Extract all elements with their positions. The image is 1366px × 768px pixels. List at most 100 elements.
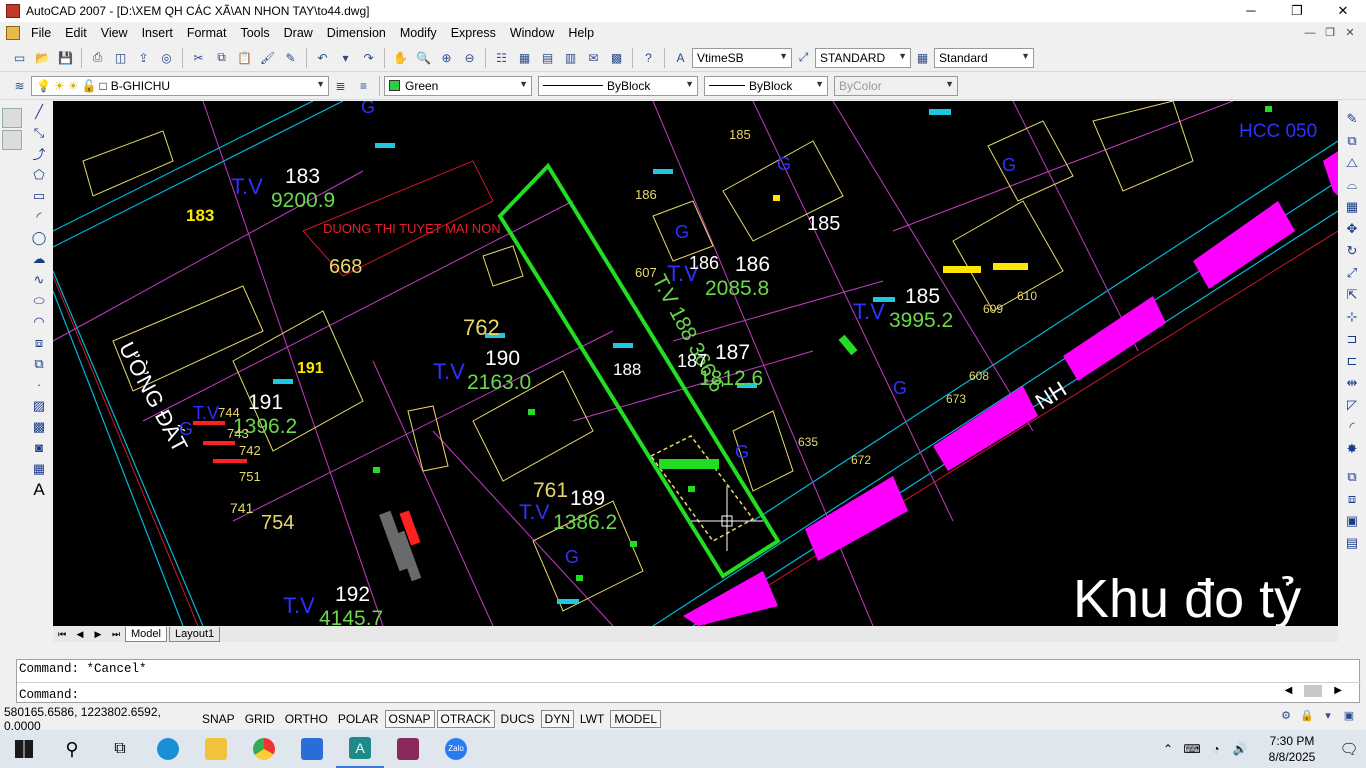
point-icon[interactable]: ·	[28, 374, 50, 395]
save-icon[interactable]: 💾	[56, 48, 76, 68]
autocad-app-icon[interactable]	[6, 4, 20, 18]
region-icon[interactable]: ◙	[28, 437, 50, 458]
redo-icon[interactable]: ↷	[359, 48, 379, 68]
properties-icon[interactable]: ☷	[492, 48, 512, 68]
multiline-text-icon[interactable]: A	[28, 479, 50, 500]
polyline-icon[interactable]: ⤴	[28, 143, 50, 164]
circle-icon[interactable]: ◯	[28, 227, 50, 248]
notification-icon[interactable]: 🗨	[1332, 740, 1366, 758]
cut-icon[interactable]: ✂	[189, 48, 209, 68]
object-snap-icon[interactable]	[2, 108, 22, 128]
doc-minimize-button[interactable]: —	[1300, 22, 1320, 44]
rectangle-icon[interactable]: ▭	[28, 185, 50, 206]
menu-modify[interactable]: Modify	[393, 22, 444, 44]
gradient-icon[interactable]: ▩	[28, 416, 50, 437]
start-icon[interactable]	[0, 730, 48, 768]
ellipse-arc-icon[interactable]: ◠	[28, 311, 50, 332]
coordinate-readout[interactable]: 580165.6586, 1223802.6592, 0.0000	[4, 705, 198, 733]
plot-preview-icon[interactable]: ◫	[111, 48, 131, 68]
construction-line-icon[interactable]: ⤡	[28, 122, 50, 143]
osnap-toggle[interactable]: OSNAP	[384, 710, 435, 728]
scale-icon[interactable]: ⤢	[1341, 262, 1363, 284]
status-menu-icon[interactable]: ▾	[1319, 709, 1337, 727]
copy-icon[interactable]: ⧉	[212, 48, 232, 68]
linetype-select[interactable]: ByBlock ▼	[538, 75, 698, 96]
last-tab-icon[interactable]: ⏭	[107, 629, 125, 640]
command-prompt[interactable]: Command:	[19, 688, 79, 702]
text-front-icon[interactable]: ▤	[1341, 532, 1363, 554]
menu-file[interactable]: File	[24, 22, 58, 44]
trim-icon[interactable]: ⊹	[1341, 306, 1363, 328]
block-editor-icon[interactable]: ✎	[281, 48, 301, 68]
wifi-icon[interactable]: ◔	[1204, 742, 1228, 756]
paste-icon[interactable]: 📋	[235, 48, 255, 68]
layer-select[interactable]: 💡 ☀ ☀ 🔓 □ B-GHICHU ▼	[31, 75, 329, 96]
ducs-toggle[interactable]: DUCS	[497, 710, 539, 728]
color-select[interactable]: Green ▼	[384, 75, 532, 96]
new-file-icon[interactable]: ▭	[10, 48, 30, 68]
snap-toggle[interactable]: SNAP	[198, 710, 239, 728]
table-style-select[interactable]: Standard ▼	[934, 47, 1034, 68]
undo-icon[interactable]: ↶	[313, 48, 333, 68]
hatch-icon[interactable]: ▨	[28, 395, 50, 416]
tab-layout1[interactable]: Layout1	[168, 626, 221, 642]
minimize-button[interactable]: ─	[1228, 0, 1274, 22]
snap-tracking-icon[interactable]	[2, 130, 22, 150]
open-file-icon[interactable]: 📂	[33, 48, 53, 68]
zoom-window-icon[interactable]: ⊕	[437, 48, 457, 68]
drawing-area[interactable]: T.V 183 9200.9 DUONG THI TUYET MAI NON 1…	[53, 101, 1338, 626]
line-icon[interactable]: ╱	[28, 101, 50, 122]
otrack-toggle[interactable]: OTRACK	[436, 710, 495, 728]
autocad-icon[interactable]: A	[336, 730, 384, 768]
menu-help[interactable]: Help	[561, 22, 601, 44]
menu-window[interactable]: Window	[503, 22, 561, 44]
explode-icon[interactable]: ✸	[1341, 438, 1363, 460]
join-icon[interactable]: ⇹	[1341, 372, 1363, 394]
insert-block-icon[interactable]: ⧈	[28, 332, 50, 353]
menu-express[interactable]: Express	[444, 22, 503, 44]
menu-tools[interactable]: Tools	[233, 22, 276, 44]
help-icon[interactable]: ?	[639, 48, 659, 68]
dim-style-select[interactable]: STANDARD ▼	[815, 47, 911, 68]
tab-model[interactable]: Model	[125, 626, 167, 642]
text-style-select[interactable]: VtimeSB ▼	[692, 47, 792, 68]
menu-edit[interactable]: Edit	[58, 22, 94, 44]
chamfer-icon[interactable]: ◸	[1341, 394, 1363, 416]
maximize-button[interactable]: ❐	[1274, 0, 1320, 22]
document-icon[interactable]	[6, 26, 20, 40]
scroll-right-icon[interactable]: ▶	[1334, 685, 1342, 697]
publish-icon[interactable]: ⇪	[134, 48, 154, 68]
design-center-icon[interactable]: ▦	[515, 48, 535, 68]
chevron-up-icon[interactable]: ⌃	[1156, 742, 1180, 756]
scroll-left-icon[interactable]: ◀	[1285, 685, 1293, 697]
communication-center-icon[interactable]: ⚙	[1277, 709, 1295, 727]
zoom-realtime-icon[interactable]: 🔍	[414, 48, 434, 68]
edge-icon[interactable]	[144, 730, 192, 768]
clean-screen-icon[interactable]: ▣	[1340, 709, 1358, 727]
arc-icon[interactable]: ◜	[28, 206, 50, 227]
offset-icon[interactable]: ⌓	[1341, 174, 1363, 196]
menu-insert[interactable]: Insert	[135, 22, 180, 44]
menu-draw[interactable]: Draw	[277, 22, 320, 44]
dim-style-icon[interactable]: ⤢	[794, 48, 814, 68]
erase-icon[interactable]: ✎	[1341, 108, 1363, 130]
markup-icon[interactable]: ✉	[584, 48, 604, 68]
table-icon[interactable]: ▦	[28, 458, 50, 479]
store-icon[interactable]	[288, 730, 336, 768]
close-button[interactable]: ✕	[1320, 0, 1366, 22]
zoom-previous-icon[interactable]: ⊖	[460, 48, 480, 68]
chrome-icon[interactable]	[240, 730, 288, 768]
mirror-icon[interactable]: ⧍	[1341, 152, 1363, 174]
input-method-icon[interactable]: ⌨	[1180, 742, 1204, 756]
clock[interactable]: 7:30 PM 8/8/2025	[1252, 733, 1332, 765]
print-icon[interactable]: ⎙	[88, 48, 108, 68]
make-block-icon[interactable]: ⧉	[28, 353, 50, 374]
break-at-point-icon[interactable]: ⊏	[1341, 350, 1363, 372]
pan-icon[interactable]: ✋	[391, 48, 411, 68]
dyn-toggle[interactable]: DYN	[540, 710, 574, 728]
command-window[interactable]: Command: *Cancel* Command:	[16, 659, 1361, 703]
lineweight-select[interactable]: ByBlock ▼	[704, 75, 828, 96]
tool-palettes-icon[interactable]: ▤	[538, 48, 558, 68]
fillet-icon[interactable]: ◜	[1341, 416, 1363, 438]
revision-cloud-icon[interactable]: ☁	[28, 248, 50, 269]
